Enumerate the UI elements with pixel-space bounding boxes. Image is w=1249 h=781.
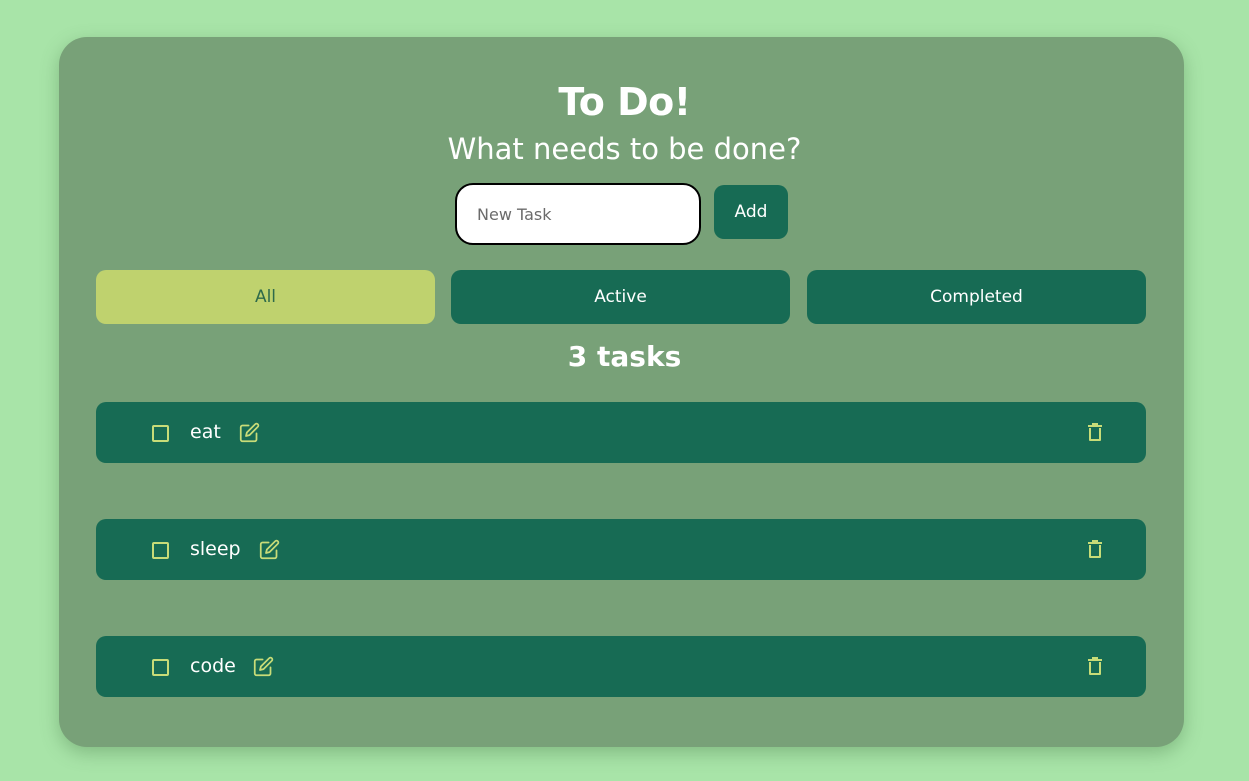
- page-subtitle: What needs to be done?: [447, 132, 802, 166]
- task-count: 3 tasks: [567, 340, 682, 373]
- page-title: To Do!: [558, 80, 691, 124]
- task-label: sleep: [190, 538, 241, 560]
- trash-icon[interactable]: [1086, 540, 1104, 559]
- trash-icon[interactable]: [1086, 657, 1104, 676]
- task-row: sleep: [96, 519, 1146, 580]
- filter-completed-button[interactable]: Completed: [807, 270, 1146, 324]
- filter-all-button[interactable]: All: [96, 270, 435, 324]
- task-checkbox[interactable]: [152, 659, 169, 676]
- task-row: code: [96, 636, 1146, 697]
- filter-active-button[interactable]: Active: [451, 270, 790, 324]
- task-row: eat: [96, 402, 1146, 463]
- new-task-input[interactable]: [455, 183, 701, 245]
- task-label: eat: [190, 421, 221, 443]
- add-task-button[interactable]: Add: [714, 185, 788, 239]
- task-label: code: [190, 655, 236, 677]
- edit-icon[interactable]: [259, 539, 280, 560]
- edit-icon[interactable]: [253, 656, 274, 677]
- task-checkbox[interactable]: [152, 425, 169, 442]
- edit-icon[interactable]: [239, 422, 260, 443]
- trash-icon[interactable]: [1086, 423, 1104, 442]
- task-checkbox[interactable]: [152, 542, 169, 559]
